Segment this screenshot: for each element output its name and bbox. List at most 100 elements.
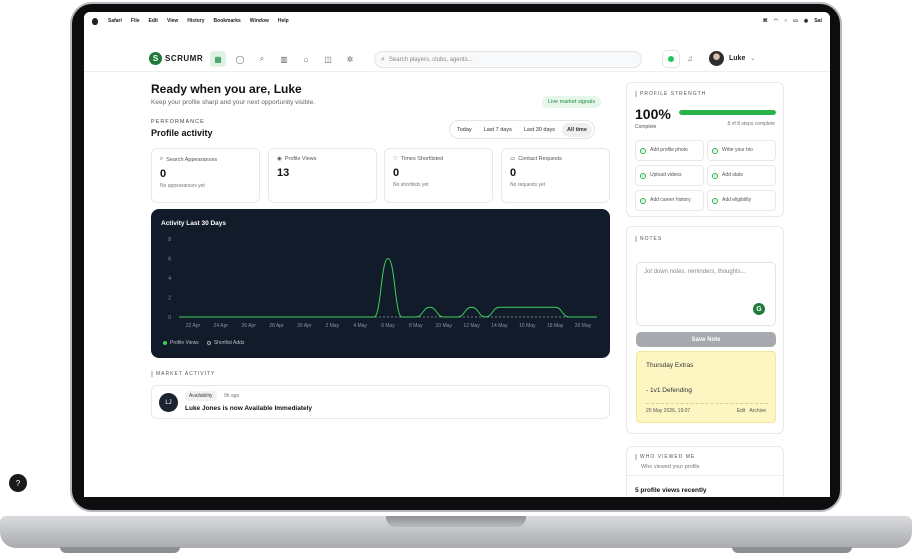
avatar [709, 51, 724, 66]
menu-item-file[interactable]: File [131, 18, 140, 24]
chart-legend: Profile Views Shortlist Adds [163, 340, 244, 346]
notes-input[interactable] [636, 262, 776, 326]
stat-label: ⌕ Search Appearances [160, 156, 251, 163]
help-icon[interactable]: ? [9, 474, 27, 492]
y-tick-label: 0 [168, 315, 171, 321]
check-icon: ✓ [640, 172, 646, 179]
stadium-icon[interactable]: ⌂ [298, 51, 314, 67]
activity-message: Luke Jones is now Available Immediately [185, 405, 313, 412]
task-label: Add profile photo [650, 147, 688, 153]
clubs-icon[interactable]: ▥ [276, 51, 292, 67]
control-icon[interactable]: ⌘ [763, 18, 768, 24]
task-add-eligibility[interactable]: ✓ Add eligibility [707, 190, 776, 211]
profile-icon[interactable]: ◯ [232, 51, 248, 67]
task-add-career-history[interactable]: ✓ Add career history [635, 190, 704, 211]
stat-value: 0 [510, 167, 517, 179]
stat-label-text: Times Shortlisted [400, 156, 444, 162]
range-today[interactable]: Today [452, 123, 477, 137]
legend-item-profile-views[interactable]: Profile Views [163, 340, 199, 346]
menu-item-history[interactable]: History [187, 18, 204, 24]
series-line-profile-views[interactable] [178, 257, 597, 318]
stat-card-contact-requests[interactable]: ▭ Contact Requests 0 No requests yet [501, 148, 610, 203]
eye-icon: ◉ [277, 156, 282, 162]
range-7-days[interactable]: Last 7 days [479, 123, 517, 137]
chevron-down-icon: ⌄ [750, 56, 756, 62]
screen: Safari File Edit View History Bookmarks … [84, 12, 830, 497]
message-icon: ▭ [510, 156, 516, 162]
menu-item-help[interactable]: Help [278, 18, 289, 24]
menu-item-edit[interactable]: Edit [149, 18, 158, 24]
menu-item-safari[interactable]: Safari [108, 18, 122, 24]
search-icon: ⌕ [381, 55, 385, 63]
save-note-button[interactable]: Save Note [636, 332, 776, 347]
logo-icon: S [149, 52, 162, 65]
task-write-bio[interactable]: ✓ Write your bio [707, 140, 776, 161]
apple-icon[interactable] [92, 17, 98, 25]
matches-icon[interactable]: ◫ [320, 51, 336, 67]
strength-complete-label: Complete [635, 124, 657, 130]
task-add-stats[interactable]: ✓ Add stats [707, 165, 776, 186]
check-icon: ✓ [640, 147, 646, 154]
laptop-notch [386, 516, 526, 527]
range-selector: Today Last 7 days Last 30 days All time [449, 120, 595, 139]
panel-title: PROFILE STRENGTH [635, 91, 706, 97]
settings-icon[interactable]: ✲ [342, 51, 358, 67]
stat-label: ♡ Times Shortlisted [393, 156, 484, 162]
stat-value: 13 [277, 167, 290, 179]
y-tick-label: 4 [168, 276, 171, 282]
menu-item-bookmarks[interactable]: Bookmarks [214, 18, 241, 24]
task-upload-videos[interactable]: ✓ Upload videos [635, 165, 704, 186]
range-all-time[interactable]: All time [562, 122, 592, 137]
panel-subtitle: Who viewed your profile [641, 464, 700, 470]
search-bar[interactable]: ⌕ Search players, clubs, agents... [374, 51, 642, 68]
stat-card-profile-views[interactable]: ◉ Profile Views 13 [268, 148, 377, 203]
panel-title: NOTES [635, 236, 662, 242]
range-30-days[interactable]: Last 30 days [519, 123, 560, 137]
x-tick-label: 18 May [547, 323, 564, 329]
note-date: 20 May 2026, 19:07 [646, 408, 691, 414]
menu-item-window[interactable]: Window [250, 18, 269, 24]
note-archive-link[interactable]: Archive [749, 408, 766, 414]
menu-status-area: ⌘ ◠ ○ ▭ ◉ Sat [763, 18, 822, 24]
clock-text[interactable]: Sat [814, 18, 822, 24]
task-label: Add eligibility [722, 197, 752, 203]
dashboard-icon[interactable]: ▦ [210, 51, 226, 67]
legend-label: Profile Views [170, 340, 199, 346]
user-menu[interactable]: Luke ⌄ [709, 51, 755, 66]
search-icon: ⌕ [160, 156, 164, 162]
stat-note: No requests yet [510, 182, 546, 188]
stat-card-search-appearances[interactable]: ⌕ Search Appearances 0 No appearances yet [151, 148, 260, 203]
bell-icon[interactable]: ♫ [687, 54, 693, 63]
legend-item-shortlist-adds[interactable]: Shortlist Adds [206, 340, 244, 346]
heart-icon: ♡ [393, 156, 398, 162]
y-tick-label: 6 [168, 257, 171, 263]
stat-label-text: Contact Requests [518, 156, 562, 162]
note-edit-link[interactable]: Edit [737, 408, 746, 414]
note-divider [646, 403, 768, 404]
market-activity-item[interactable]: LJ Availability 9h ago Luke Jones is now… [151, 385, 610, 419]
laptop-frame: Safari File Edit View History Bookmarks … [0, 0, 912, 560]
task-label: Write your bio [722, 147, 753, 153]
spotlight-icon[interactable]: ○ [784, 18, 787, 24]
stat-label-text: Profile Views [284, 156, 317, 162]
availability-status-button[interactable] [662, 50, 680, 68]
menu-item-view[interactable]: View [167, 18, 178, 24]
notes-panel: NOTES G Save Note Thursday Extras - 1v1 … [626, 226, 784, 434]
stat-card-times-shortlisted[interactable]: ♡ Times Shortlisted 0 No shortlists yet [384, 148, 493, 203]
live-market-badge[interactable]: Live market signals [542, 96, 602, 108]
note-card[interactable]: Thursday Extras - 1v1 Defending 20 May 2… [636, 351, 776, 423]
logo[interactable]: S SCRUMR [149, 52, 203, 65]
search-icon[interactable]: ⌕ [254, 51, 270, 67]
wifi-icon[interactable]: ◠ [774, 18, 778, 24]
page-title: Ready when you are, Luke [151, 82, 302, 96]
task-label: Add career history [650, 197, 691, 203]
battery-icon[interactable]: ▭ [793, 18, 798, 24]
task-add-profile-photo[interactable]: ✓ Add profile photo [635, 140, 704, 161]
grammar-icon[interactable]: G [753, 303, 765, 315]
siri-icon[interactable]: ◉ [804, 18, 808, 24]
x-tick-label: 24 Apr [214, 323, 229, 329]
profile-strength-panel: PROFILE STRENGTH 100% Complete 8 of 8 st… [626, 82, 784, 217]
stat-value: 0 [393, 167, 400, 179]
menu-bar: Safari File Edit View History Bookmarks … [84, 12, 830, 30]
who-viewed-panel: WHO VIEWED ME Who viewed your profile 5 … [626, 446, 784, 497]
